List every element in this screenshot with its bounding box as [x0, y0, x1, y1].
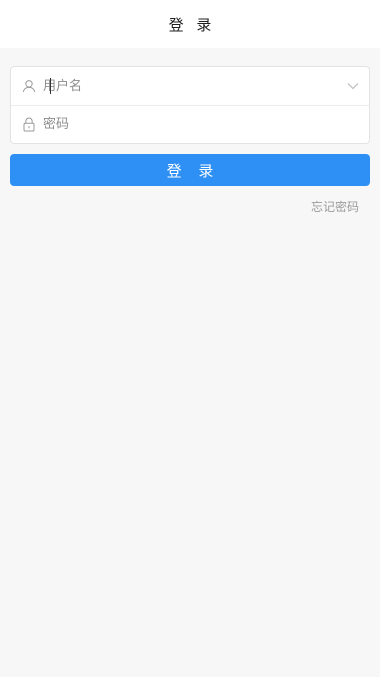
- forgot-password-link[interactable]: 忘记密码: [311, 198, 359, 215]
- username-row: [11, 67, 369, 105]
- username-input[interactable]: [41, 74, 331, 98]
- password-row: [11, 105, 369, 143]
- user-icon: [21, 78, 37, 94]
- text-cursor: [50, 78, 51, 94]
- page-title: 登 录: [168, 15, 216, 34]
- login-button[interactable]: 登 录: [10, 154, 370, 186]
- password-input[interactable]: [41, 112, 331, 137]
- lock-icon: [21, 117, 37, 133]
- top-bar: 登 录: [0, 0, 380, 48]
- chevron-down-icon[interactable]: [345, 78, 361, 94]
- login-form: [10, 66, 370, 144]
